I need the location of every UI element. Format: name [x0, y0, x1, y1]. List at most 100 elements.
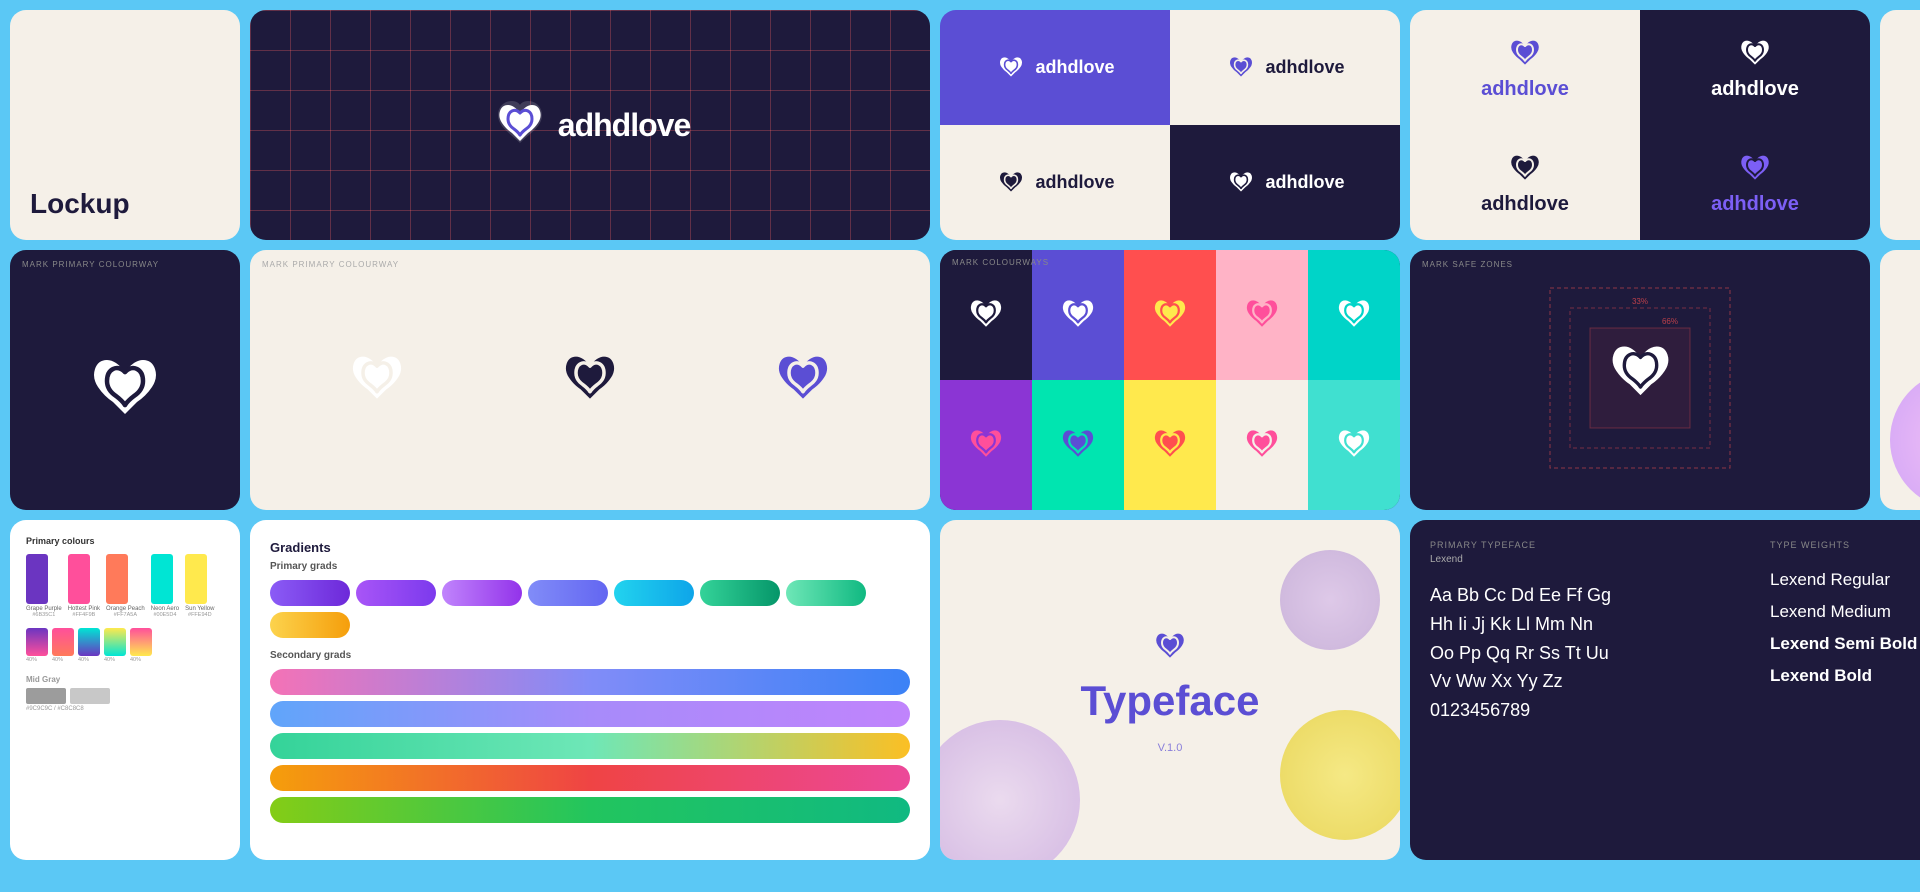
logo-mark-primary-large	[80, 345, 170, 435]
logo-inline-dark-bottom: adhdlove	[995, 167, 1114, 199]
typeface-content: Typeface V.1.0	[1081, 627, 1260, 754]
mark-purple-cw	[1056, 293, 1100, 337]
grad-pill-2	[356, 580, 436, 606]
color-bar1-label: 40%	[26, 657, 48, 663]
svg-text:33%: 33%	[1632, 297, 1648, 306]
card-logo-grid: adhdlove adhdlove adhdlo	[940, 10, 1400, 240]
logo-inline-white-dark: adhdlove	[1225, 167, 1344, 199]
logo-mark-white2	[1735, 34, 1775, 74]
colorway-purple	[1032, 250, 1124, 380]
colorway-yellow	[1124, 380, 1216, 510]
color-bar-col5: 40%	[130, 628, 152, 663]
variant-cream-purple: adhdlove	[1410, 10, 1640, 125]
colorway-green	[1032, 380, 1124, 510]
mark-colorways-left-label: Mark Primary colourway	[262, 260, 399, 269]
gradients-title: Gradients	[270, 540, 910, 555]
logo-text-white-purple: adhdlove	[1035, 57, 1114, 78]
gray-swatch1	[26, 688, 66, 704]
swatch-orange-bar	[106, 554, 128, 604]
weight-semibold: Lexend Semi Bold	[1770, 634, 1920, 654]
grad-pill-4	[528, 580, 608, 606]
color-bar4	[104, 628, 126, 656]
grad-pill-5	[614, 580, 694, 606]
safe-zone-svg: 33% 66%	[1540, 278, 1740, 478]
logo-name-purple2: adhdlove	[1711, 193, 1799, 216]
colorway-violet	[940, 380, 1032, 510]
variant-dark-purple: adhdlove	[1640, 125, 1870, 240]
mark-primary-label: Mark Primary colourway	[22, 260, 159, 269]
swatch-pink-bar	[68, 554, 90, 604]
color-bar2	[52, 628, 74, 656]
swatch-yellow: Sun Yellow #FFE94D	[185, 554, 214, 618]
main-grid: Lockup adhdlove	[0, 0, 1920, 892]
logo-text-dark-top: adhdlove	[1265, 57, 1344, 78]
typeface-logo-mark	[1150, 627, 1190, 667]
logo-inline-white: adhdlove	[995, 52, 1114, 84]
grad-pill-6	[700, 580, 780, 606]
logo-name-purple: adhdlove	[1481, 78, 1569, 101]
mid-gray-label: Mid Gray	[26, 675, 224, 684]
swatch-yellow-bar	[185, 554, 207, 604]
swatch-teal-bar	[151, 554, 173, 604]
typeface-blob-purple	[940, 720, 1080, 860]
typeface-blob-light	[1280, 550, 1380, 650]
logo-text-white-dark: adhdlove	[1265, 172, 1344, 193]
card-partial-row1	[1880, 10, 1920, 240]
sec-grad-4	[270, 765, 910, 791]
color-swatches-row: Grape Purple #6B35C1 Hottest Pink #FF4F9…	[26, 554, 224, 618]
sec-grad-2	[270, 701, 910, 727]
swatch-purple: Grape Purple #6B35C1	[26, 554, 62, 618]
mark-colorways-label: Mark colourways	[952, 258, 1049, 267]
logo-mark-purple2	[1735, 149, 1775, 189]
colorway-cyan	[1308, 380, 1400, 510]
gray-swatches	[26, 688, 224, 704]
mark-cyan	[1332, 423, 1376, 467]
typeface-blob-yellow	[1280, 710, 1400, 840]
colorway-cream	[1216, 380, 1308, 510]
lockup-title: Lockup	[30, 188, 130, 220]
card-mark-primary-colorway: Mark Primary colourway	[10, 250, 240, 510]
color-bar2-label: 40%	[52, 657, 74, 663]
swatch-pink-hex: #FF4F9B	[68, 612, 100, 618]
card-safe-zones: Mark safe zones 33% 66%	[1410, 250, 1870, 510]
type-weights-label: Type weights	[1770, 540, 1920, 550]
swatch-teal-hex: #00E5D4	[151, 612, 179, 618]
safe-zones-label: Mark safe zones	[1422, 260, 1513, 269]
safe-zone-diagram: 33% 66%	[1540, 278, 1740, 483]
mark-green	[1056, 423, 1100, 467]
color-bar-col3: 40%	[78, 628, 100, 663]
logo-mark-cream3	[768, 345, 838, 415]
gray-hex: #9C9C9C / #C8C8C8	[26, 706, 224, 712]
svg-text:66%: 66%	[1662, 317, 1678, 326]
swatch-yellow-hex: #FFE94D	[185, 612, 214, 618]
card-gradients-main: Gradients Primary grads Secondary grads	[250, 520, 930, 860]
color-bar5	[130, 628, 152, 656]
swatch-pink: Hottest Pink #FF4F9B	[68, 554, 100, 618]
logo-mark-dark2	[1505, 149, 1545, 189]
grad-pill-7	[786, 580, 866, 606]
main-logo-lockup: adhdlove	[490, 95, 690, 155]
color-bar3-label: 40%	[78, 657, 100, 663]
logo-mark-dark-bottom	[995, 167, 1027, 199]
mark-cream-cw	[1240, 423, 1284, 467]
mark-dark	[964, 293, 1008, 337]
primary-grad-pills	[270, 580, 910, 638]
typeface-left-col: Primary typeface Lexend Aa Bb Cc Dd Ee F…	[1430, 540, 1750, 840]
color-bar-col2: 40%	[52, 628, 74, 663]
color-bar3	[78, 628, 100, 656]
grad-pill-8	[270, 612, 350, 638]
swatch-teal: Neon Aero #00E5D4	[151, 554, 179, 618]
weight-medium: Lexend Medium	[1770, 602, 1920, 622]
color-bar1	[26, 628, 48, 656]
logo-name-dark: adhdlove	[1481, 193, 1569, 216]
logo-mark-main	[490, 95, 550, 155]
mark-coral	[1148, 293, 1192, 337]
card-co-partial: Co	[1880, 250, 1920, 510]
colorway-teal	[1308, 250, 1400, 380]
variant-dark-white: adhdlove	[1640, 10, 1870, 125]
color-bar5-label: 40%	[130, 657, 152, 663]
colorway-coral	[1124, 250, 1216, 380]
swatch-orange-hex: #FF7A5A	[106, 612, 145, 618]
secondary-grads-label: Secondary grads	[270, 650, 910, 661]
colorway-dark	[940, 250, 1032, 380]
